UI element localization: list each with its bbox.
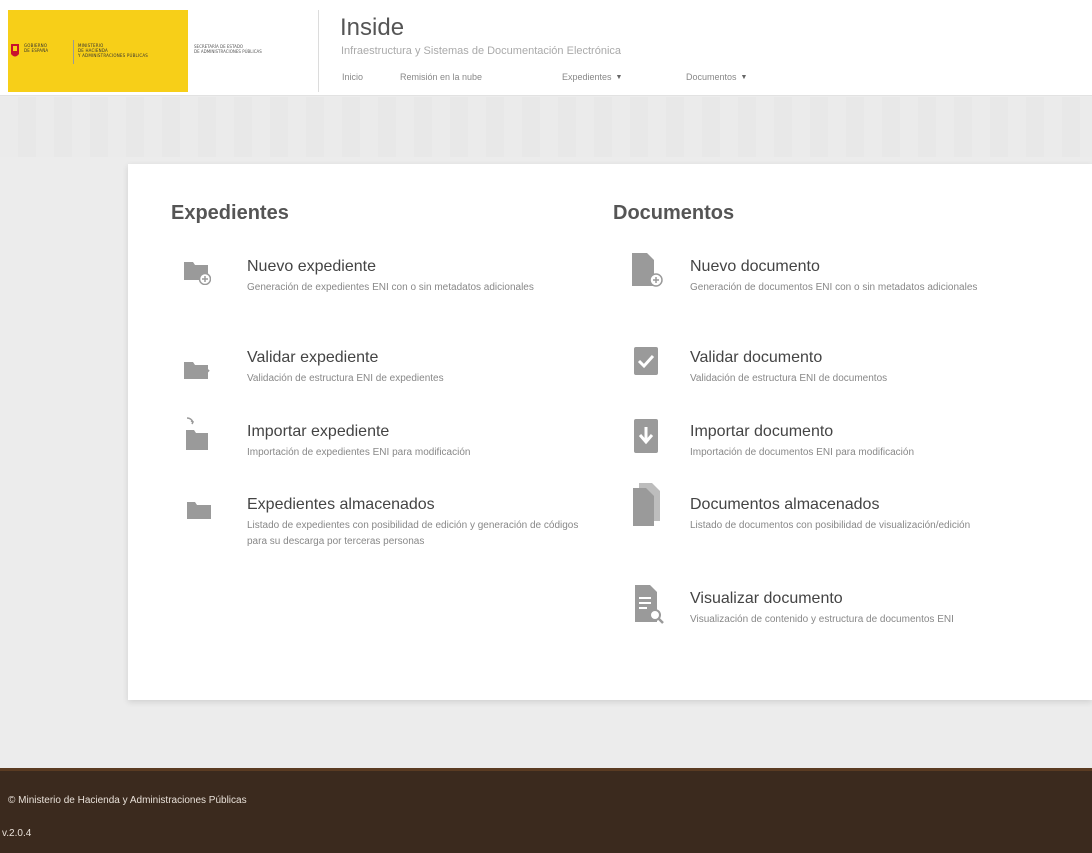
item-description: Validación de estructura ENI de document…	[690, 373, 888, 384]
item-description: Validación de estructura ENI de expedien…	[247, 373, 444, 384]
item-description: Listado de documentos con posibilidad de…	[690, 520, 971, 531]
item-title: Importar expediente	[247, 423, 390, 440]
header-divider	[318, 10, 319, 92]
nav-item-documentos[interactable]: Documentos ▼	[686, 70, 786, 84]
item-title: Expedientes almacenados	[247, 496, 435, 513]
folder-plus-icon	[184, 262, 211, 285]
checkbox-icon	[634, 347, 658, 375]
nav-item-label: Remisión en la nube	[400, 72, 483, 82]
coat-of-arms-icon	[10, 40, 20, 62]
government-logo[interactable]: GOBIERNO DE ESPAÑA MINISTERIO DE HACIEND…	[8, 10, 188, 92]
nav-item-label: Inicio	[342, 72, 364, 82]
item-title: Validar documento	[690, 349, 823, 366]
footer: © Ministerio de Hacienda y Administracio…	[0, 768, 1092, 853]
logo-text-ministerio: MINISTERIO DE HACIENDA Y ADMINISTRACIONE…	[78, 43, 149, 58]
document-search-icon	[635, 585, 664, 624]
item-description: Importación de expedientes ENI para modi…	[247, 447, 471, 458]
nav-item-label: Expedientes	[562, 72, 612, 82]
item-title: Importar documento	[690, 423, 834, 440]
expedientes-title: Expedientes	[171, 202, 289, 224]
item-title: Nuevo expediente	[247, 258, 376, 275]
logo-divider	[73, 40, 74, 64]
item-description: Importación de documentos ENI para modif…	[690, 447, 915, 458]
main-card: Expedientes Nuevo expediente Generación …	[128, 164, 1092, 700]
item-title: Visualizar documento	[690, 590, 843, 607]
document-plus-icon	[632, 253, 663, 287]
app-title[interactable]: Inside	[340, 14, 404, 42]
item-description: Listado de expedientes con posibilidad d…	[247, 520, 579, 547]
main-nav: Inicio Remisión en la nube Expedientes ▼…	[342, 70, 786, 84]
item-title: Validar expediente	[247, 349, 379, 366]
documentos-title: Documentos	[613, 202, 735, 224]
nav-item-expedientes[interactable]: Expedientes ▼	[562, 70, 686, 84]
logo-text-gobierno: GOBIERNO DE ESPAÑA	[24, 43, 49, 53]
caret-down-icon: ▼	[740, 73, 748, 81]
item-description: Generación de expedientes ENI con o sin …	[247, 282, 534, 293]
nav-item-inicio[interactable]: Inicio	[342, 70, 400, 84]
nav-item-label: Documentos	[686, 72, 737, 82]
nav-item-remision[interactable]: Remisión en la nube	[400, 70, 562, 84]
secretaria-text: SECRETARÍA DE ESTADO DE ADMINISTRACIONES…	[194, 44, 262, 54]
documents-stack-icon	[633, 483, 660, 526]
app-subtitle: Infraestructura y Sistemas de Documentac…	[341, 45, 622, 57]
footer-version: v.2.0.4	[2, 828, 32, 839]
item-description: Visualización de contenido y estructura …	[690, 614, 954, 625]
item-title: Documentos almacenados	[690, 496, 880, 513]
item-title: Nuevo documento	[690, 258, 820, 275]
header: GOBIERNO DE ESPAÑA MINISTERIO DE HACIEND…	[0, 0, 1092, 96]
item-description: Generación de documentos ENI con o sin m…	[690, 282, 978, 293]
footer-copyright: © Ministerio de Hacienda y Administracio…	[8, 795, 247, 806]
download-document-icon	[634, 419, 658, 453]
background-texture	[0, 97, 1092, 157]
folder-check-icon	[184, 362, 210, 379]
caret-down-icon: ▼	[615, 73, 623, 81]
folder-icon	[187, 502, 211, 519]
folder-import-icon	[186, 417, 208, 450]
